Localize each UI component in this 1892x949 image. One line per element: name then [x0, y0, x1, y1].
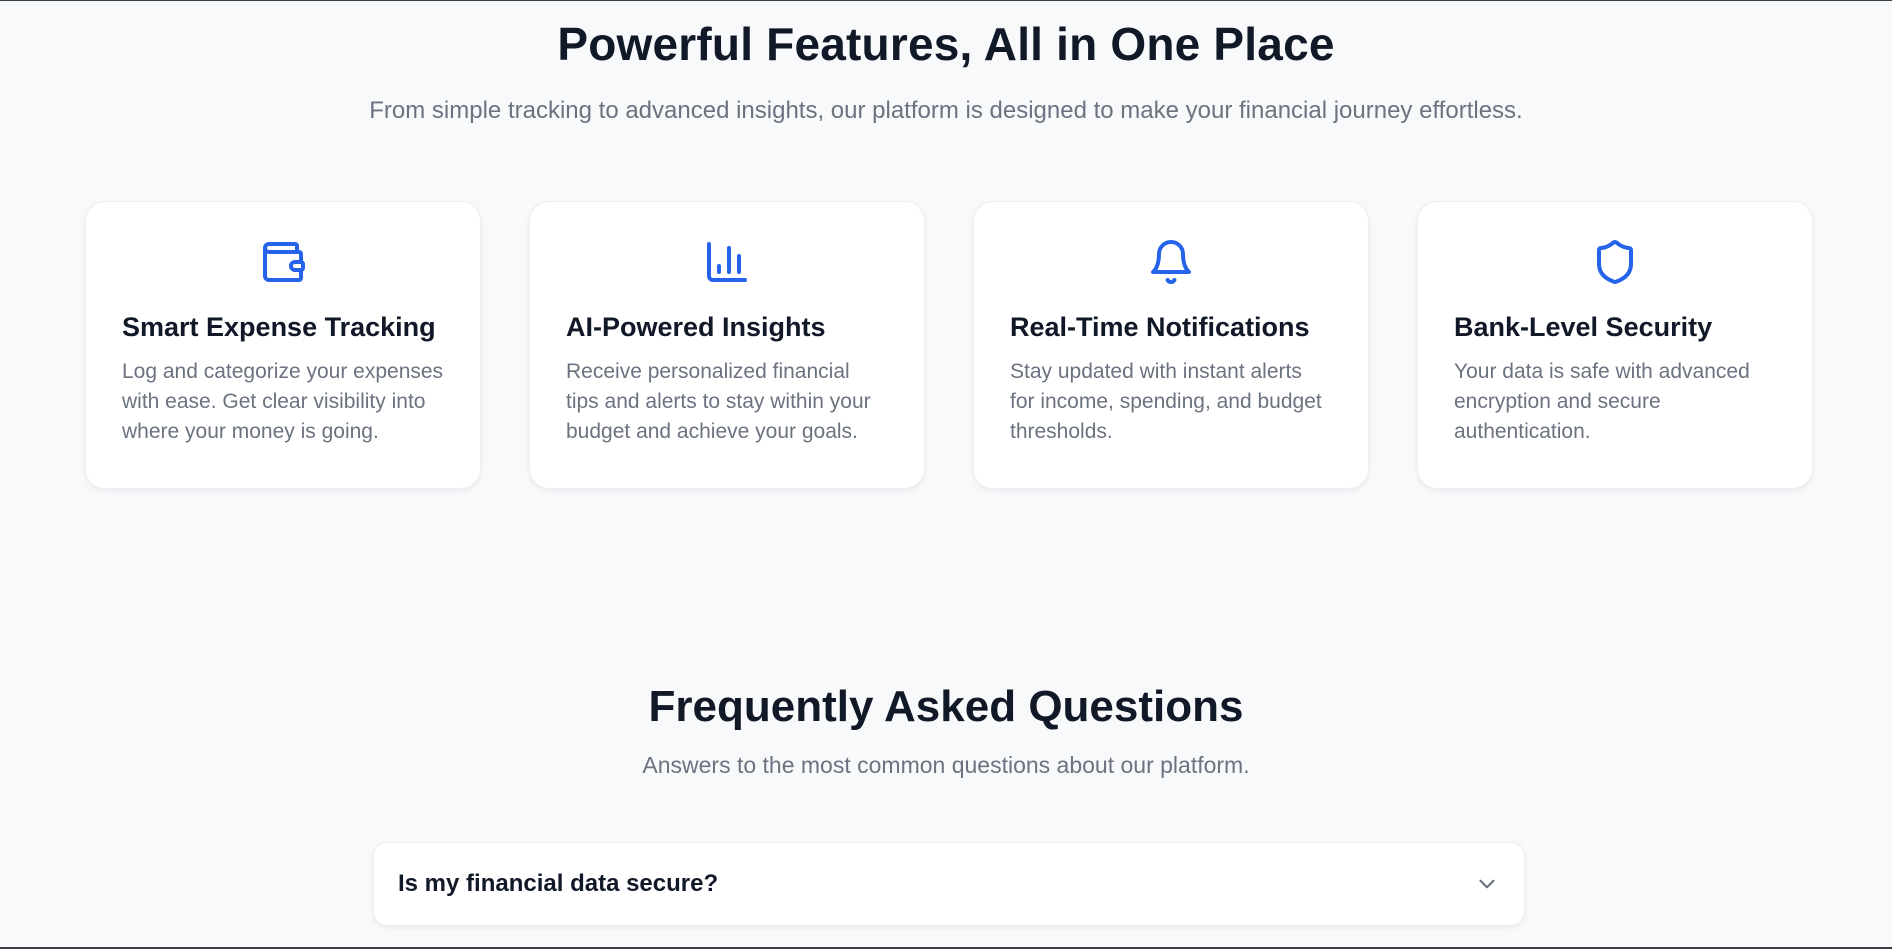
faq-subtitle: Answers to the most common questions abo… — [642, 752, 1250, 778]
page: Powerful Features, All in One Place From… — [0, 1, 1892, 949]
feature-card-security: Bank-Level Security Your data is safe wi… — [1417, 201, 1813, 489]
bell-icon — [1147, 238, 1195, 286]
feature-card-title: Bank-Level Security — [1454, 312, 1713, 342]
feature-card-title: Real-Time Notifications — [1010, 312, 1310, 342]
faq-title: Frequently Asked Questions — [648, 682, 1244, 731]
feature-cards: Smart Expense Tracking Log and categoriz… — [85, 201, 1813, 489]
feature-card-description: Stay updated with instant alerts for inc… — [1010, 360, 1322, 443]
feature-card-title: Smart Expense Tracking — [122, 312, 436, 342]
features-title: Powerful Features, All in One Place — [557, 18, 1335, 70]
feature-card-description: Log and categorize your expenses with ea… — [122, 360, 444, 443]
bar-chart-icon — [703, 238, 751, 286]
faq-item-data-security[interactable]: Is my financial data secure? — [373, 842, 1525, 926]
feature-card-notifications: Real-Time Notifications Stay updated wit… — [973, 201, 1369, 489]
features-subtitle: From simple tracking to advanced insight… — [369, 97, 1523, 124]
chevron-down-icon[interactable] — [1474, 871, 1500, 897]
shield-icon — [1591, 238, 1639, 286]
feature-card-expense-tracking: Smart Expense Tracking Log and categoriz… — [85, 201, 481, 489]
wallet-icon — [259, 238, 307, 286]
faq-question: Is my financial data secure? — [398, 870, 719, 897]
feature-card-title: AI-Powered Insights — [566, 312, 826, 342]
feature-card-description: Your data is safe with advanced encrypti… — [1454, 360, 1750, 443]
feature-card-description: Receive personalized financial tips and … — [566, 360, 871, 443]
feature-card-ai-insights: AI-Powered Insights Receive personalized… — [529, 201, 925, 489]
